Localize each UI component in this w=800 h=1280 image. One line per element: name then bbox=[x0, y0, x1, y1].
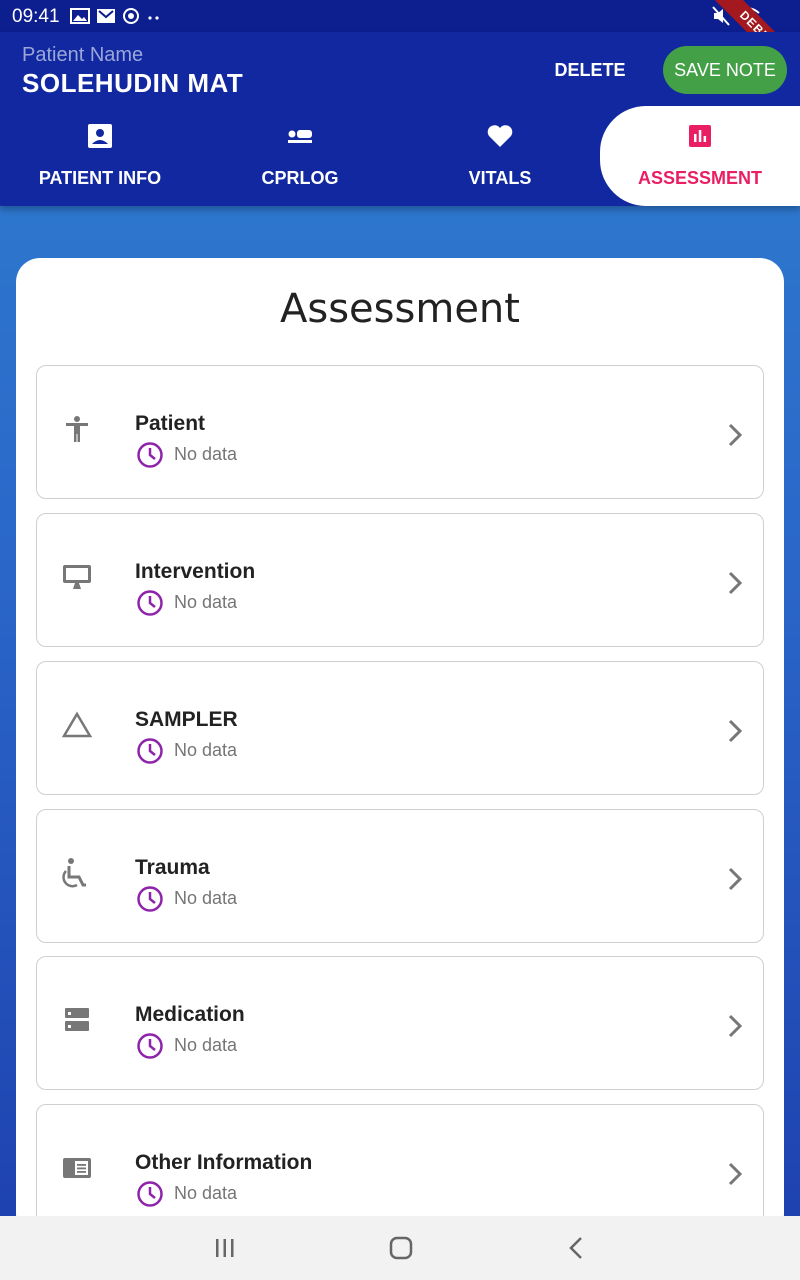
tab-patient-info[interactable]: PATIENT INFO bbox=[0, 106, 200, 206]
assessment-item-sampler[interactable]: SAMPLER No data bbox=[36, 661, 764, 795]
delete-button[interactable]: DELETE bbox=[540, 48, 640, 92]
tab-label: CPRLOG bbox=[261, 168, 339, 188]
assessment-card: Assessment Patient No data Intervention … bbox=[16, 258, 784, 1238]
tab-label: PATIENT INFO bbox=[38, 168, 162, 188]
recent-apps-icon[interactable] bbox=[210, 1234, 240, 1262]
status-bar: 09:41 DEBUG bbox=[0, 0, 800, 91]
heart-icon bbox=[487, 125, 513, 147]
tab-label: ASSESSMENT bbox=[637, 168, 763, 188]
tab-vitals[interactable]: VITALS bbox=[400, 106, 600, 206]
back-icon[interactable] bbox=[562, 1234, 592, 1262]
chevron-right-icon bbox=[728, 867, 743, 891]
item-status: No data bbox=[174, 1183, 238, 1203]
patient-name: SOLEHUDIN MAT bbox=[22, 68, 244, 98]
item-status: No data bbox=[174, 592, 238, 612]
system-nav-bar bbox=[0, 1216, 800, 1280]
tab-cprlog[interactable]: CPRLOG bbox=[200, 106, 400, 206]
item-title: Other Information bbox=[135, 1151, 313, 1174]
gallery-icon bbox=[70, 8, 90, 24]
mail-icon bbox=[97, 9, 115, 23]
bar-chart-icon bbox=[689, 125, 711, 147]
sync-icon bbox=[123, 8, 139, 24]
storage-icon bbox=[65, 1008, 89, 1031]
clock-icon bbox=[137, 886, 163, 912]
item-title: Trauma bbox=[135, 856, 210, 879]
wheelchair-icon bbox=[62, 858, 86, 888]
more-dots-icon bbox=[148, 16, 159, 20]
item-title: Intervention bbox=[135, 560, 256, 583]
chevron-right-icon bbox=[728, 719, 743, 743]
page-title: Assessment bbox=[280, 286, 520, 332]
clock-icon bbox=[137, 590, 163, 616]
clock-icon bbox=[137, 1033, 163, 1059]
app-bar: Patient Name SOLEHUDIN MAT DELETE SAVE N… bbox=[0, 32, 800, 206]
assessment-item-patient[interactable]: Patient No data bbox=[36, 365, 764, 499]
clock-icon bbox=[137, 1181, 163, 1207]
chevron-right-icon bbox=[728, 1162, 743, 1186]
tab-assessment[interactable]: ASSESSMENT bbox=[600, 106, 800, 206]
monitor-icon bbox=[63, 565, 91, 589]
assessment-item-trauma[interactable]: Trauma No data bbox=[36, 809, 764, 943]
accessibility-icon bbox=[66, 416, 88, 442]
status-time: 09:41 bbox=[12, 6, 60, 27]
item-title: Patient bbox=[135, 412, 206, 435]
chevron-right-icon bbox=[728, 423, 743, 447]
airline-seat-flat-icon bbox=[288, 130, 312, 143]
item-status: No data bbox=[174, 1035, 238, 1055]
tab-label: VITALS bbox=[468, 168, 532, 188]
home-icon[interactable] bbox=[386, 1234, 416, 1262]
item-status: No data bbox=[174, 444, 238, 464]
item-status: No data bbox=[174, 740, 238, 760]
chevron-right-icon bbox=[728, 1014, 743, 1038]
assessment-item-medication[interactable]: Medication No data bbox=[36, 956, 764, 1090]
assessment-item-intervention[interactable]: Intervention No data bbox=[36, 513, 764, 647]
clock-icon bbox=[137, 442, 163, 468]
patient-name-label: Patient Name bbox=[22, 44, 144, 66]
tab-bar: PATIENT INFO CPRLOG VITALS ASSESSMENT bbox=[0, 106, 800, 206]
item-status: No data bbox=[174, 888, 238, 908]
account-box-icon bbox=[88, 124, 112, 148]
article-icon bbox=[63, 1158, 91, 1178]
clock-icon bbox=[137, 738, 163, 764]
chevron-right-icon bbox=[728, 571, 743, 595]
item-title: Medication bbox=[135, 1003, 245, 1026]
save-note-button[interactable]: SAVE NOTE bbox=[663, 46, 787, 94]
triangle-icon bbox=[61, 711, 93, 738]
item-title: SAMPLER bbox=[135, 708, 238, 731]
